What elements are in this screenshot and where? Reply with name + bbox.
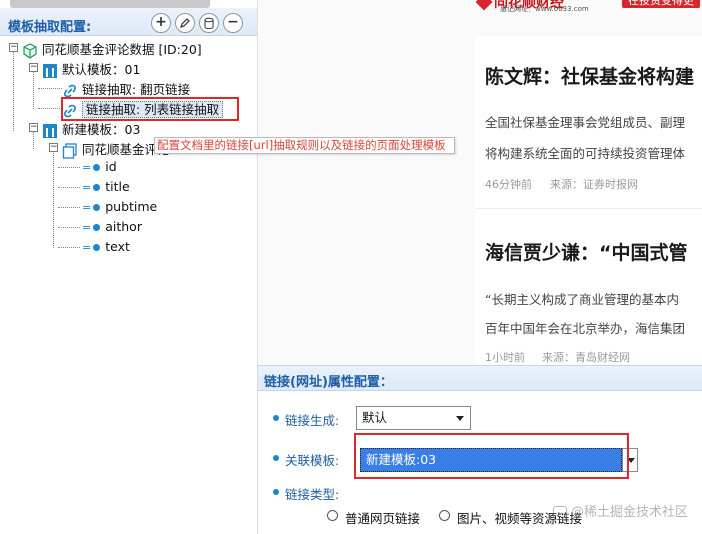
site-url: 惠记网址：www.0033.com	[500, 5, 589, 13]
default-template-label: 默认模板：01	[62, 62, 141, 77]
tree-field-title[interactable]: = title	[82, 179, 130, 194]
collapse-toggle[interactable]: −	[29, 123, 38, 132]
news-snippet: “长期主义构成了商业管理的基本内	[485, 292, 679, 307]
news-source: 来源：青岛财经网	[542, 351, 630, 364]
news-headline[interactable]: 海信贾少谦：“中国式管	[485, 238, 688, 265]
link-generation-select[interactable]: 默认	[356, 406, 471, 430]
tree-field-text[interactable]: = text	[82, 239, 130, 254]
watermark-icon	[553, 505, 567, 520]
tree-field-aithor[interactable]: = aithor	[82, 219, 142, 234]
link-type-label: 链接类型:	[285, 487, 340, 502]
link-generation-value: 默认	[362, 410, 388, 425]
radio-normal-link-label[interactable]: 普通网页链接	[345, 508, 420, 527]
link-config-title: 链接(网址)属性配置：	[264, 375, 393, 390]
field-icon	[93, 184, 101, 191]
tree-field-pubtime[interactable]: = pubtime	[82, 199, 157, 214]
radio-normal-link[interactable]	[327, 510, 338, 521]
field-icon	[93, 164, 101, 171]
tree-guide	[33, 71, 34, 109]
field-label: text	[105, 239, 130, 254]
field-label: pubtime	[105, 199, 158, 214]
tree-field-id[interactable]: = id	[82, 159, 117, 174]
edit-node-icon[interactable]	[175, 13, 195, 33]
news-snippet: 百年中国年会在北京举办，海信集团	[485, 321, 686, 336]
horizontal-scrollbar[interactable]	[10, 0, 210, 8]
cube-icon	[23, 42, 37, 59]
tree-guide	[53, 150, 54, 248]
field-label: title	[105, 179, 130, 194]
template-icon	[43, 123, 57, 138]
tree-guide	[38, 88, 62, 89]
field-label: id	[105, 159, 117, 174]
news-snippet: 将构建系统全面的可持续投资管理体	[485, 146, 686, 161]
radio-resource-link[interactable]	[439, 510, 450, 521]
remove-node-button[interactable]: −	[223, 13, 243, 33]
link-config-header: 链接(网址)属性配置：	[258, 365, 702, 391]
template-extract-panel: 模板抽取配置: + − − 同花顺基金评论数据 [ID:20] − 默认模板：0…	[0, 0, 258, 534]
tree-guide	[13, 51, 14, 131]
tree-link-paging[interactable]: 链接抽取: 翻页链接	[62, 79, 190, 99]
bullet-icon	[273, 489, 279, 495]
link-paging-label: 链接抽取: 翻页链接	[82, 82, 191, 97]
watermark: @稀土掘金技术社区	[553, 501, 688, 520]
tree-guide	[58, 187, 80, 188]
highlight-box	[354, 433, 629, 479]
add-node-button[interactable]: +	[151, 13, 171, 33]
database-icon[interactable]	[199, 13, 219, 33]
chevron-down-icon	[456, 416, 464, 421]
field-icon	[93, 244, 101, 251]
generation-label: 链接生成:	[285, 413, 340, 428]
tooltip: 配置文档里的链接[url]抽取规则以及链接的页面处理模板	[154, 137, 455, 154]
tree-root[interactable]: 同花顺基金评论数据 [ID:20]	[22, 39, 202, 59]
new-template-label: 新建模板：03	[62, 122, 141, 137]
news-source: 来源：证券时报网	[550, 178, 638, 191]
news-headline[interactable]: 陈文辉：社保基金将构建	[485, 62, 694, 89]
watermark-text: @稀土掘金技术社区	[571, 505, 689, 520]
news-snippet: 全国社保基金理事会党组成员、副理	[485, 115, 686, 130]
tree-new-template[interactable]: 新建模板：03	[42, 119, 140, 139]
tree-guide	[33, 131, 34, 149]
collapse-toggle[interactable]: −	[49, 143, 58, 152]
collapse-toggle[interactable]: −	[9, 43, 18, 52]
tree-guide	[58, 207, 80, 208]
tree-guide	[38, 108, 62, 109]
template-label: 关联模板:	[285, 453, 340, 468]
bullet-icon	[273, 455, 279, 461]
tree-guide	[58, 227, 80, 228]
highlight-box	[61, 97, 239, 121]
field-icon	[93, 224, 101, 231]
divider	[475, 208, 702, 209]
field-label: aithor	[105, 219, 142, 234]
news-time: 46分钟前	[485, 178, 532, 191]
news-time: 1小时前	[485, 351, 525, 364]
tree-guide	[58, 167, 80, 168]
tree-default-template[interactable]: 默认模板：01	[42, 59, 140, 79]
copy-icon	[62, 142, 77, 159]
panel-header: 模板抽取配置: + −	[0, 8, 257, 36]
field-icon	[93, 204, 101, 211]
collapse-toggle[interactable]: −	[29, 63, 38, 72]
tree-root-label: 同花顺基金评论数据 [ID:20]	[42, 42, 202, 57]
tree-guide	[58, 247, 80, 248]
panel-title: 模板抽取配置:	[8, 20, 92, 35]
bullet-icon	[273, 415, 279, 421]
header-badge[interactable]: 在投资变得更	[622, 0, 700, 8]
template-icon	[43, 63, 57, 78]
